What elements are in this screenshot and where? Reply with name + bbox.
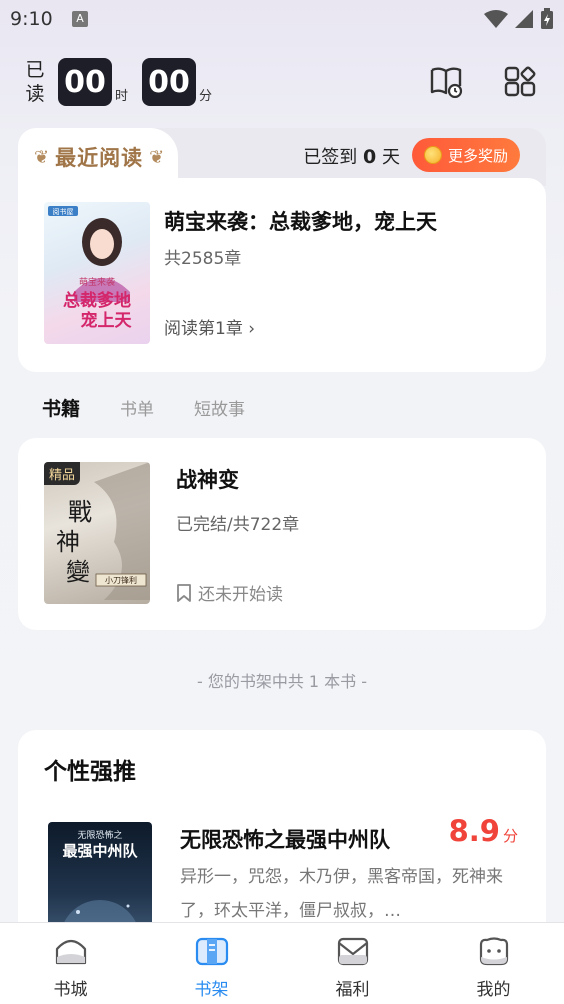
wifi-icon — [484, 10, 508, 28]
svg-text:戰: 戰 — [68, 498, 92, 526]
status-time: 9:10 — [10, 8, 53, 30]
signal-icon — [515, 10, 533, 28]
tab-short-stories[interactable]: 短故事 — [194, 395, 245, 420]
bookshelf-icon — [195, 937, 228, 966]
category-grid-icon — [504, 66, 536, 97]
recent-book-chapters: 共2585章 — [164, 249, 242, 269]
recent-book-title[interactable]: 萌宝来袭：总裁爹地，宠上天 — [164, 206, 437, 236]
signin-days: 0 — [363, 146, 377, 168]
timer-hours-unit: 时 — [115, 89, 129, 104]
recommend-title: 个性强推 — [44, 759, 136, 785]
recent-reading-title: 最近阅读 — [55, 146, 144, 170]
svg-text:宠上天: 宠上天 — [81, 310, 133, 331]
shelf-count: - 您的书架中共 1 本书 - — [196, 672, 368, 691]
recent-book-cover[interactable]: 阅书屋 萌宝来袭 总裁爹地 宠上天 — [44, 202, 150, 344]
bookmark-icon — [177, 583, 191, 602]
svg-text:神: 神 — [56, 528, 80, 556]
svg-text:总裁爹地: 总裁爹地 — [63, 290, 131, 311]
nav-bookstore[interactable]: 书城 — [0, 923, 141, 1004]
recommend-book-score: 8.9 分 — [448, 814, 518, 848]
bookstore-icon — [55, 939, 86, 965]
recommend-book-description: 异形一，咒怨，木乃伊，黑客帝国，死神来了，环太平洋，僵尸叔叔，… — [180, 867, 503, 921]
shelf-book-card[interactable]: 戰 神 變 小刀锋利 精品 战神变 已完结/共722章 还未开始读 — [18, 438, 546, 630]
svg-text:萌宝来袭: 萌宝来袭 — [79, 276, 115, 288]
history-book-icon — [430, 67, 463, 98]
coin-icon — [423, 146, 442, 164]
signin-status: 已签到 0 天 — [303, 146, 400, 168]
svg-text:變: 變 — [66, 558, 90, 586]
status-indicators — [484, 8, 554, 30]
laurel-left-icon: ❦ — [34, 146, 50, 168]
shelf-book-title[interactable]: 战神变 — [176, 464, 239, 494]
nav-profile[interactable]: 我的 — [423, 923, 564, 1004]
welfare-icon — [337, 937, 368, 966]
shelf-book-read-state: 还未开始读 — [176, 580, 283, 605]
notification-icon: A — [72, 11, 88, 27]
tab-booklists[interactable]: 书单 — [120, 395, 154, 420]
shelf-tabs: 书籍 书单 短故事 — [42, 394, 245, 421]
timer-label: 已 读 — [25, 59, 45, 105]
recommend-book-title[interactable]: 无限恐怖之最强中州队 — [180, 824, 390, 854]
tab-books[interactable]: 书籍 — [42, 394, 80, 421]
profile-icon — [479, 937, 508, 966]
reading-history-button[interactable] — [428, 64, 464, 100]
battery-icon — [541, 8, 553, 29]
category-button[interactable] — [502, 64, 538, 100]
recent-reading-card: ❦ 最近阅读 ❦ 已签到 0 天 更多奖励 阅书屋 萌宝来袭 总裁爹地 宠上天 — [18, 128, 546, 372]
recent-book[interactable]: 阅书屋 萌宝来袭 总裁爹地 宠上天 萌宝来袭：总裁爹地，宠上天 共2585章 阅… — [18, 178, 546, 372]
cover-art: 阅书屋 萌宝来袭 总裁爹地 宠上天 — [48, 206, 133, 331]
nav-bookshelf[interactable]: 书架 — [141, 923, 282, 1004]
more-rewards-button[interactable]: 更多奖励 — [412, 138, 520, 172]
nav-welfare[interactable]: 福利 — [282, 923, 423, 1004]
shelf-book-cover[interactable]: 戰 神 變 小刀锋利 精品 — [44, 462, 150, 604]
continue-reading-link[interactable]: 阅读第1章 › — [164, 314, 255, 339]
timer-hours: 00 — [58, 58, 112, 106]
svg-text:无限恐怖之: 无限恐怖之 — [77, 829, 122, 841]
shelf-book-status: 已完结/共722章 — [176, 515, 300, 535]
premium-badge: 精品 — [44, 462, 81, 485]
laurel-right-icon: ❦ — [149, 146, 165, 168]
bottom-nav: 书城 书架 福利 我的 — [0, 922, 564, 1004]
status-bar: 9:10 A — [0, 0, 564, 40]
timer-minutes-unit: 分 — [199, 89, 213, 104]
chevron-right-icon: › — [248, 319, 256, 339]
svg-text:阅书屋: 阅书屋 — [53, 207, 74, 216]
header-actions — [428, 64, 538, 100]
reading-timer: 已 读 00 时 00 分 — [24, 56, 212, 108]
svg-text:小刀锋利: 小刀锋利 — [105, 575, 137, 585]
timer-minutes: 00 — [142, 58, 197, 106]
svg-text:最强中州队: 最强中州队 — [62, 842, 138, 860]
